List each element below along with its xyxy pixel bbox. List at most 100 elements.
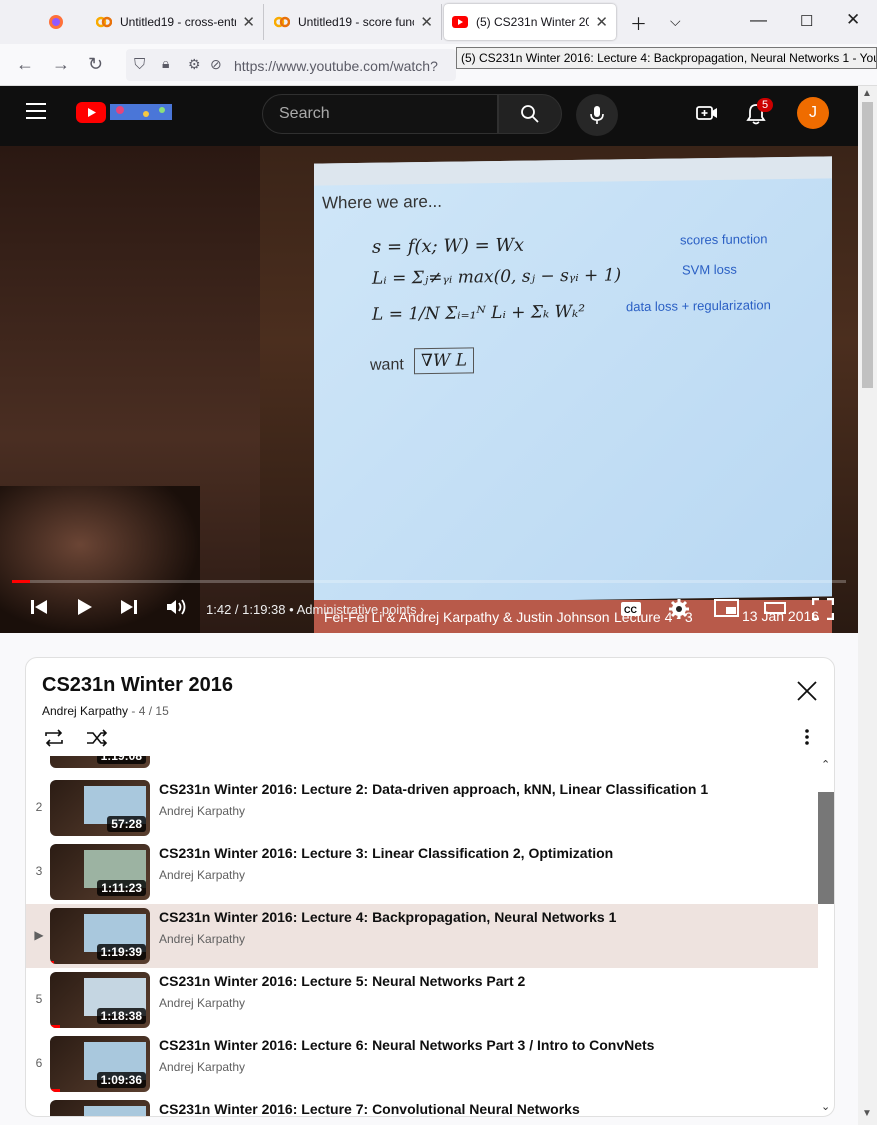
captions-icon[interactable]: CC: [620, 600, 642, 624]
tab-title: Untitled19 - cross-entr: [120, 15, 237, 29]
tab-title: (5) CS231n Winter 201: [476, 15, 590, 29]
playlist-title[interactable]: CS231n Winter 2016: [42, 674, 233, 697]
video-player[interactable]: Where we are... s = f(x; W) = Wx scores …: [0, 146, 858, 633]
close-playlist-button[interactable]: [796, 680, 818, 709]
playlist-scrollbar[interactable]: ⌃ ⌄: [818, 756, 834, 1116]
url-bar[interactable]: ⛉ 🔒︎ ⚙ ⊘ https://www.youtube.com/watch?: [126, 49, 456, 81]
search-button[interactable]: [498, 94, 562, 134]
page-scrollbar[interactable]: ▲ ▼: [858, 86, 877, 1125]
watch-progress: [50, 1089, 60, 1092]
url-text[interactable]: https://www.youtube.com/watch?: [234, 58, 440, 74]
next-icon[interactable]: [120, 598, 138, 622]
tab-youtube[interactable]: (5) CS231n Winter 201 ✕: [444, 4, 616, 40]
list-item-current[interactable]: ▶ 1:19:39 CS231n Winter 2016: Lecture 4:…: [26, 904, 818, 968]
window-close-button[interactable]: ✕: [846, 10, 860, 30]
volume-icon[interactable]: [166, 598, 188, 622]
lecture-slide: Where we are... s = f(x; W) = Wx scores …: [314, 156, 832, 604]
previous-icon[interactable]: [30, 598, 48, 622]
settings-gear-icon[interactable]: [668, 598, 690, 626]
voice-search-button[interactable]: [576, 94, 618, 136]
list-item[interactable]: 5 1:18:38 CS231n Winter 2016: Lecture 5:…: [26, 968, 818, 1032]
item-author: Andrej Karpathy: [159, 804, 246, 818]
playlist-panel: CS231n Winter 2016 Andrej Karpathy - 4 /…: [25, 657, 835, 1117]
watch-progress: [50, 961, 54, 964]
close-icon[interactable]: ✕: [420, 13, 433, 31]
tab-colab-1[interactable]: Untitled19 - cross-entr ✕: [88, 4, 264, 40]
tab-list-button[interactable]: ⌵: [670, 13, 681, 30]
close-icon[interactable]: ✕: [242, 13, 255, 31]
youtube-logo[interactable]: [76, 102, 174, 129]
item-title[interactable]: CS231n Winter 2016: Lecture 7: Convoluti…: [159, 1101, 580, 1116]
list-item[interactable]: 6 1:09:36 CS231n Winter 2016: Lecture 6:…: [26, 1032, 818, 1096]
scroll-down-icon[interactable]: ⌄: [821, 1100, 830, 1113]
playlist-subtitle: Andrej Karpathy - 4 / 15: [42, 704, 169, 718]
list-item[interactable]: 2 57:28 CS231n Winter 2016: Lecture 2: D…: [26, 776, 818, 840]
playlist-position: 4 / 15: [138, 704, 169, 718]
firefox-icon: [48, 14, 64, 30]
video-thumbnail[interactable]: 1:19:39: [50, 908, 150, 964]
video-thumbnail[interactable]: 57:28: [50, 780, 150, 836]
progress-bar[interactable]: [12, 580, 846, 583]
tab-tooltip: (5) CS231n Winter 2016: Lecture 4: Backp…: [456, 47, 877, 69]
video-thumbnail[interactable]: 1:19:08: [50, 756, 150, 768]
playlist-owner[interactable]: Andrej Karpathy: [42, 704, 128, 718]
loop-icon[interactable]: [42, 729, 66, 752]
chapter-title[interactable]: Administrative points: [297, 602, 417, 617]
scrollbar-thumb[interactable]: [818, 792, 834, 904]
item-author: Andrej Karpathy: [159, 1060, 246, 1074]
search-input[interactable]: Search: [262, 94, 498, 134]
item-title[interactable]: CS231n Winter 2016: Lecture 3: Linear Cl…: [159, 845, 613, 861]
lock-icon[interactable]: 🔒︎: [162, 55, 169, 72]
fullscreen-icon[interactable]: [811, 597, 835, 626]
scroll-down-icon[interactable]: ▼: [862, 1108, 872, 1119]
more-options-icon[interactable]: [804, 728, 810, 751]
back-icon[interactable]: ←: [16, 54, 34, 75]
forward-icon[interactable]: →: [52, 54, 70, 75]
minimize-button[interactable]: —: [750, 10, 767, 30]
close-icon[interactable]: ✕: [595, 13, 608, 31]
reload-icon[interactable]: ↻: [88, 54, 103, 75]
video-thumbnail[interactable]: 1:18:38: [50, 972, 150, 1028]
new-tab-button[interactable]: ＋: [630, 10, 647, 35]
list-item[interactable]: CS231n Winter 2016: Lecture 7: Convoluti…: [26, 1096, 818, 1116]
item-index: 2: [35, 800, 43, 814]
video-thumbnail[interactable]: 1:11:23: [50, 844, 150, 900]
miniplayer-icon[interactable]: [714, 598, 740, 624]
theater-mode-icon[interactable]: [764, 598, 786, 624]
scroll-up-icon[interactable]: ⌃: [821, 758, 830, 771]
shuffle-icon[interactable]: [85, 729, 109, 752]
playlist-items: 1:19:08 2 57:28 CS231n Winter 2016: Lect…: [26, 756, 818, 1116]
slide-equation-2: Lᵢ = Σⱼ≠ᵧᵢ max(0, sⱼ − sᵧᵢ + 1): [372, 265, 622, 289]
play-icon[interactable]: [76, 598, 94, 622]
avatar[interactable]: J: [797, 97, 829, 129]
search-icon: [521, 105, 539, 123]
item-title[interactable]: CS231n Winter 2016: Lecture 6: Neural Ne…: [159, 1037, 654, 1053]
time-display: 1:42 / 1:19:38 • Administrative points ›: [206, 602, 425, 617]
item-author: Andrej Karpathy: [159, 996, 246, 1010]
item-title[interactable]: CS231n Winter 2016: Lecture 5: Neural Ne…: [159, 973, 525, 989]
menu-icon[interactable]: [26, 102, 48, 125]
video-thumbnail[interactable]: 1:09:36: [50, 1036, 150, 1092]
firefox-menu-tab[interactable]: [40, 4, 84, 40]
maximize-button[interactable]: ☐: [800, 12, 813, 30]
chevron-right-icon[interactable]: ›: [420, 602, 424, 617]
permissions-icon[interactable]: ⚙: [188, 56, 201, 73]
tab-colab-2[interactable]: Untitled19 - score func ✕: [266, 4, 442, 40]
list-item[interactable]: 3 1:11:23 CS231n Winter 2016: Lecture 3:…: [26, 840, 818, 904]
slide-equation-1: s = f(x; W) = Wx: [372, 234, 525, 258]
item-title[interactable]: CS231n Winter 2016: Lecture 4: Backpropa…: [159, 909, 616, 925]
item-index: 5: [35, 992, 43, 1006]
create-video-icon[interactable]: [696, 104, 718, 127]
shield-icon[interactable]: ⛉: [134, 56, 145, 73]
page-scrollbar-thumb[interactable]: [862, 102, 873, 388]
list-item[interactable]: 1:19:08: [26, 756, 818, 772]
tracking-icon[interactable]: ⊘: [210, 56, 222, 73]
item-author: Andrej Karpathy: [159, 932, 246, 946]
now-playing-icon: ▶: [34, 928, 44, 942]
scroll-up-icon[interactable]: ▲: [862, 88, 872, 99]
playlist-actions: [42, 728, 109, 753]
duration-badge: 1:09:36: [96, 1072, 146, 1088]
video-thumbnail[interactable]: [50, 1100, 150, 1116]
svg-text:CC: CC: [624, 605, 637, 615]
item-title[interactable]: CS231n Winter 2016: Lecture 2: Data-driv…: [159, 781, 708, 797]
